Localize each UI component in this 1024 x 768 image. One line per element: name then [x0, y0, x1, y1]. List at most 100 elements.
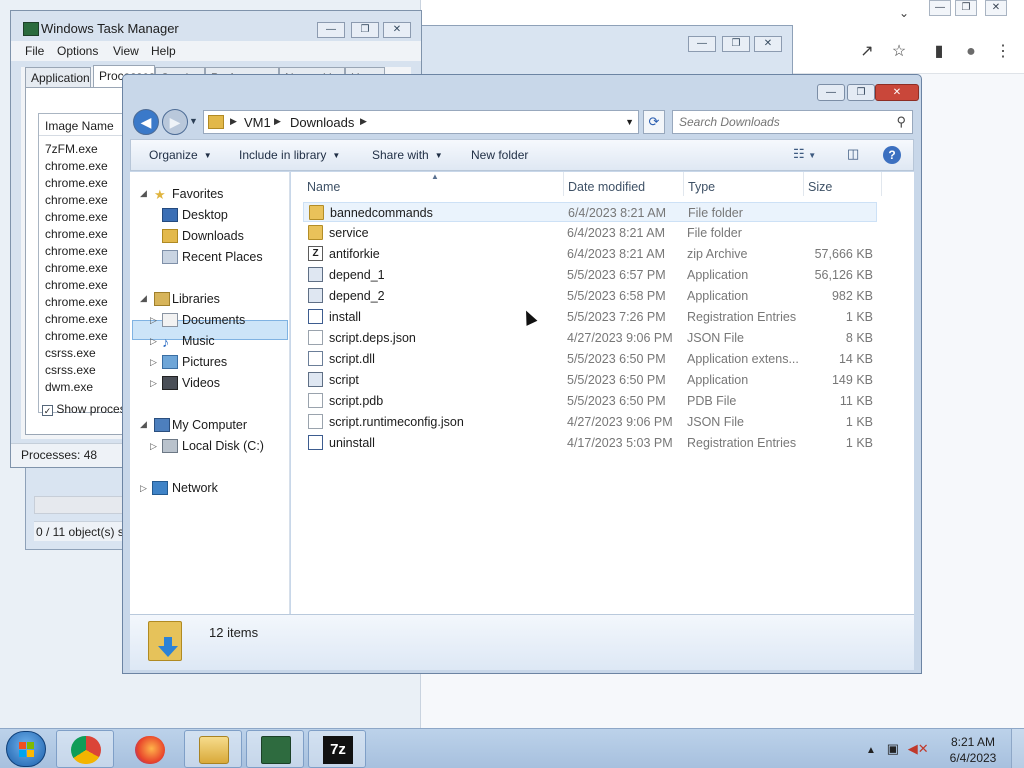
network-status-icon[interactable]: ▣: [887, 741, 899, 756]
process-row[interactable]: 7zFM.exe: [45, 142, 98, 159]
process-row[interactable]: chrome.exe: [45, 176, 108, 193]
search-box[interactable]: ⚲: [672, 110, 913, 134]
nav-favorites[interactable]: Favorites: [172, 187, 223, 201]
clock[interactable]: 8:21 AM 6/4/2023: [948, 734, 998, 766]
file-row[interactable]: script.pdb 5/5/2023 6:50 PM PDB File 11 …: [303, 391, 877, 411]
chevron-right-icon[interactable]: ▶: [230, 116, 237, 127]
process-row[interactable]: chrome.exe: [45, 244, 108, 261]
tm-minimize-button[interactable]: —: [317, 22, 345, 38]
file-row[interactable]: script.deps.json 4/27/2023 9:06 PM JSON …: [303, 328, 877, 348]
column-type[interactable]: Type: [688, 180, 715, 194]
nav-libraries[interactable]: Libraries: [172, 292, 220, 306]
star-icon[interactable]: ☆: [889, 42, 909, 62]
taskbar-task-manager[interactable]: [246, 730, 304, 768]
file-row[interactable]: install 5/5/2023 7:26 PM Registration En…: [303, 307, 877, 327]
nav-videos[interactable]: Videos: [182, 376, 220, 390]
chevron-right-icon[interactable]: ▶: [274, 116, 281, 127]
collapse-arrow-icon[interactable]: ▷: [150, 336, 157, 347]
process-row[interactable]: dwm.exe: [45, 380, 93, 397]
file-row[interactable]: script.dll 5/5/2023 6:50 PM Application …: [303, 349, 877, 369]
show-hidden-icons-icon[interactable]: ▲: [866, 745, 876, 756]
tab-search-icon[interactable]: ⌄: [899, 6, 909, 20]
share-icon[interactable]: ↗: [857, 42, 877, 62]
process-row[interactable]: chrome.exe: [45, 227, 108, 244]
file-row[interactable]: uninstall 4/17/2023 5:03 PM Registration…: [303, 433, 877, 453]
file-row[interactable]: depend_2 5/5/2023 6:58 PM Application 98…: [303, 286, 877, 306]
browser-close-button[interactable]: ✕: [985, 0, 1007, 16]
show-processes-checkbox[interactable]: ✓ Show process: [42, 402, 132, 416]
process-row[interactable]: chrome.exe: [45, 210, 108, 227]
share-with-button[interactable]: Share with ▼: [372, 148, 443, 162]
collapse-arrow-icon[interactable]: ▷: [150, 357, 157, 368]
process-row[interactable]: chrome.exe: [45, 295, 108, 312]
menu-file[interactable]: File: [25, 44, 44, 58]
process-row[interactable]: csrss.exe: [45, 346, 96, 363]
tab-applications[interactable]: Applications: [25, 67, 91, 88]
sidebar-icon[interactable]: ▮: [929, 42, 949, 62]
column-date-modified[interactable]: Date modified: [568, 180, 645, 194]
file-row[interactable]: depend_1 5/5/2023 6:57 PM Application 56…: [303, 265, 877, 285]
help-icon[interactable]: ?: [883, 146, 901, 164]
maximize-button[interactable]: ❐: [847, 84, 875, 101]
taskbar-chrome[interactable]: [56, 730, 114, 768]
process-row[interactable]: chrome.exe: [45, 193, 108, 210]
close-button[interactable]: ✕: [875, 84, 919, 101]
collapse-arrow-icon[interactable]: ▷: [140, 483, 147, 494]
checkbox-checked-icon[interactable]: ✓: [42, 405, 53, 416]
process-row[interactable]: chrome.exe: [45, 312, 108, 329]
breadcrumb-vm1[interactable]: VM1: [244, 115, 271, 130]
nav-desktop[interactable]: Desktop: [182, 208, 228, 222]
bg-maximize-button[interactable]: ❐: [722, 36, 750, 52]
search-icon[interactable]: ⚲: [896, 114, 906, 130]
nav-music[interactable]: Music: [182, 334, 215, 348]
file-row[interactable]: script 5/5/2023 6:50 PM Application 149 …: [303, 370, 877, 390]
volume-muted-icon[interactable]: ◀✕: [908, 741, 929, 756]
breadcrumb-downloads[interactable]: Downloads: [290, 115, 354, 130]
process-row[interactable]: chrome.exe: [45, 278, 108, 295]
file-row[interactable]: service 6/4/2023 8:21 AM File folder: [303, 223, 877, 243]
browser-minimize-button[interactable]: —: [929, 0, 951, 16]
nav-network[interactable]: Network: [172, 481, 218, 495]
column-size[interactable]: Size: [808, 180, 832, 194]
refresh-icon[interactable]: ⟳: [643, 110, 665, 134]
minimize-button[interactable]: —: [817, 84, 845, 101]
bg-close-button[interactable]: ✕: [754, 36, 782, 52]
expand-icon[interactable]: ◢: [140, 293, 147, 304]
new-folder-button[interactable]: New folder: [471, 148, 528, 162]
nav-documents[interactable]: Documents: [182, 313, 245, 327]
bg-scrollbar[interactable]: [34, 496, 134, 514]
file-row[interactable]: Z antiforkie 6/4/2023 8:21 AM zip Archiv…: [303, 244, 877, 264]
process-row[interactable]: chrome.exe: [45, 261, 108, 278]
expand-icon[interactable]: ◢: [140, 419, 147, 430]
process-row[interactable]: csrss.exe: [45, 363, 96, 380]
collapse-arrow-icon[interactable]: ▷: [150, 441, 157, 452]
organize-button[interactable]: Organize ▼: [149, 148, 212, 162]
forward-button[interactable]: ▶: [162, 109, 188, 135]
profile-icon[interactable]: ●: [961, 42, 981, 62]
file-row[interactable]: bannedcommands 6/4/2023 8:21 AM File fol…: [303, 202, 877, 222]
chevron-down-icon[interactable]: ▼: [625, 117, 634, 127]
menu-view[interactable]: View: [113, 44, 139, 58]
taskbar-7zip[interactable]: 7z: [308, 730, 366, 768]
column-name[interactable]: Name: [307, 180, 340, 194]
nav-pictures[interactable]: Pictures: [182, 355, 227, 369]
recent-pages-icon[interactable]: ▼: [189, 116, 198, 126]
tm-close-button[interactable]: ✕: [383, 22, 411, 38]
taskbar-explorer[interactable]: [184, 730, 242, 768]
address-bar[interactable]: ▶ VM1 ▶ Downloads ▶ ▼: [203, 110, 639, 134]
process-row[interactable]: chrome.exe: [45, 159, 108, 176]
chevron-right-icon[interactable]: ▶: [360, 116, 367, 127]
nav-recent-places[interactable]: Recent Places: [182, 250, 263, 264]
menu-icon[interactable]: ⋮: [993, 42, 1013, 62]
menu-help[interactable]: Help: [151, 44, 176, 58]
start-button[interactable]: [6, 731, 46, 767]
column-divider[interactable]: [803, 172, 804, 196]
preview-pane-icon[interactable]: ◫: [847, 146, 859, 164]
show-desktop-button[interactable]: [1011, 729, 1024, 768]
menu-options[interactable]: Options: [57, 44, 98, 58]
file-row[interactable]: script.runtimeconfig.json 4/27/2023 9:06…: [303, 412, 877, 432]
column-divider[interactable]: [881, 172, 882, 196]
collapse-arrow-icon[interactable]: ▷: [150, 378, 157, 389]
expand-icon[interactable]: ◢: [140, 188, 147, 199]
nav-downloads[interactable]: Downloads: [182, 229, 244, 243]
